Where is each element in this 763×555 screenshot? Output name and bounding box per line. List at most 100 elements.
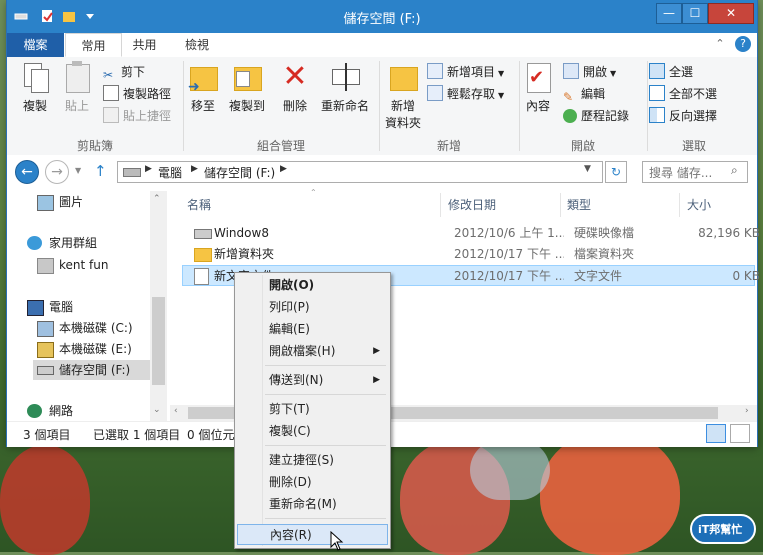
open-button[interactable]: 開啟 ▼	[563, 63, 616, 81]
menu-item-rename[interactable]: 重新命名(M)	[237, 494, 388, 515]
column-header-size[interactable]: 大小	[687, 193, 711, 217]
back-arrow-icon: ←	[21, 164, 33, 180]
breadcrumb-drive-f[interactable]: 儲存空間 (F:)	[204, 164, 275, 181]
new-folder-button[interactable]: 新增 資料夾	[381, 61, 425, 131]
menu-item-cut[interactable]: 剪下(T)	[237, 399, 388, 420]
address-dropdown-icon[interactable]: ▼	[584, 164, 591, 174]
mouse-cursor-icon	[330, 531, 344, 551]
watermark-logo: iT邦幫忙	[690, 510, 758, 548]
paste-shortcut-button[interactable]: 貼上捷徑	[103, 107, 171, 125]
select-none-button[interactable]: 全部不選	[649, 85, 717, 103]
menu-item-create-shortcut[interactable]: 建立捷徑(S)	[237, 450, 388, 471]
tab-share[interactable]: 共用	[122, 33, 167, 57]
new-folder-label-line1: 新增	[390, 99, 415, 113]
menu-item-properties[interactable]: 內容(R)	[237, 524, 388, 545]
file-type: 檔案資料夾	[574, 247, 635, 261]
breadcrumb-separator-icon[interactable]: ▶	[145, 164, 152, 174]
scroll-left-icon[interactable]: ‹	[174, 406, 178, 416]
move-to-button[interactable]: ➜ 移至	[187, 61, 219, 114]
refresh-button[interactable]: ↻	[605, 161, 627, 183]
scroll-down-icon[interactable]: ⌄	[153, 405, 161, 415]
cut-button[interactable]: ✂ 剪下	[103, 63, 145, 82]
details-view-icon[interactable]	[706, 424, 726, 443]
large-icons-view-icon[interactable]	[730, 424, 750, 443]
scroll-right-icon[interactable]: ›	[745, 406, 749, 416]
forward-button[interactable]: →	[45, 160, 69, 184]
desktop-wallpaper-sky	[470, 440, 550, 500]
column-header-name[interactable]: 名稱	[187, 193, 211, 217]
breadcrumb-computer[interactable]: 電腦	[158, 164, 182, 181]
delete-button[interactable]: ✕ 刪除	[279, 61, 311, 114]
column-separator[interactable]	[560, 193, 561, 217]
easy-access-label: 輕鬆存取	[447, 87, 496, 101]
breadcrumb-separator-icon[interactable]: ▶	[191, 164, 198, 174]
easy-access-button[interactable]: 輕鬆存取 ▼	[427, 85, 504, 103]
open-label: 開啟	[583, 65, 608, 79]
maximize-button[interactable]: ☐	[682, 3, 708, 24]
scroll-up-icon[interactable]: ⌃	[153, 194, 161, 204]
rename-button[interactable]: 重新命名	[317, 61, 373, 114]
edit-button[interactable]: ✎ 編輯	[563, 85, 605, 104]
copy-path-label: 複製路徑	[123, 87, 172, 101]
file-date: 2012/10/17 下午 ...	[454, 269, 564, 283]
search-input[interactable]: 搜尋 儲存... ⌕	[642, 161, 748, 183]
back-button[interactable]: ←	[15, 160, 39, 184]
watermark-text: iT邦幫忙	[698, 523, 743, 536]
file-type: 硬碟映像檔	[574, 226, 635, 240]
select-all-button[interactable]: 全選	[649, 63, 693, 81]
column-header-date[interactable]: 修改日期	[448, 193, 496, 217]
menu-item-open[interactable]: 開啟(O)	[237, 275, 388, 296]
delete-icon: ✕	[282, 59, 308, 94]
invert-selection-label: 反向選擇	[669, 109, 718, 123]
drive-e-icon	[37, 342, 54, 358]
paste-label: 貼上	[64, 99, 89, 113]
nav-item-label: 圖片	[59, 195, 84, 209]
copy-path-icon	[103, 85, 119, 101]
move-to-icon: ➜	[188, 61, 218, 95]
history-button[interactable]: 歷程記錄	[563, 107, 629, 125]
menu-item-edit[interactable]: 編輯(E)	[237, 319, 388, 340]
up-arrow-icon[interactable]: ↑	[94, 162, 107, 180]
table-row[interactable]: 新增資料夾 2012/10/17 下午 ... 檔案資料夾	[182, 244, 755, 265]
scrollbar-thumb[interactable]	[152, 297, 165, 385]
properties-button[interactable]: ✔ 內容	[521, 61, 555, 114]
status-size: 0 個位元	[187, 428, 235, 442]
navigation-bar: ← → ▼ ↑ ▶ 電腦 ▶ 儲存空間 (F:) ▶ ▼ ↻ 搜尋 儲存... …	[7, 155, 757, 191]
copy-to-button[interactable]: 複製到	[225, 61, 269, 114]
close-button[interactable]: ✕	[708, 3, 754, 24]
nav-item-drive-f[interactable]: 儲存空間 (F:)	[33, 360, 150, 380]
column-separator[interactable]	[440, 193, 441, 217]
minimize-button[interactable]: —	[656, 3, 682, 24]
help-icon[interactable]: ?	[735, 36, 751, 52]
menu-item-label: 編輯(E)	[269, 322, 310, 336]
column-separator[interactable]	[679, 193, 680, 217]
menu-item-delete[interactable]: 刪除(D)	[237, 472, 388, 493]
tab-home[interactable]: 常用	[65, 33, 122, 57]
title-bar[interactable]: 儲存空間 (F:) — ☐ ✕	[7, 0, 757, 33]
homegroup-icon	[27, 236, 42, 250]
menu-item-print[interactable]: 列印(P)	[237, 297, 388, 318]
menu-item-copy[interactable]: 複製(C)	[237, 421, 388, 442]
invert-selection-button[interactable]: 反向選擇	[649, 107, 717, 125]
copy-button[interactable]: 複製	[11, 61, 59, 114]
column-header-type[interactable]: 類型	[567, 193, 591, 217]
tab-view[interactable]: 檢視	[172, 33, 222, 57]
tab-file[interactable]: 檔案	[7, 33, 64, 57]
recent-locations-icon[interactable]: ▼	[75, 166, 81, 175]
paste-button[interactable]: 貼上	[57, 61, 97, 114]
menu-separator	[265, 394, 386, 395]
file-type: 文字文件	[574, 269, 623, 283]
menu-item-send-to[interactable]: 傳送到(N) ▶	[237, 370, 388, 391]
breadcrumb-separator-icon[interactable]: ▶	[280, 164, 287, 174]
table-row[interactable]: Window8 2012/10/6 上午 1... 硬碟映像檔 82,196 K…	[182, 223, 760, 244]
copy-path-button[interactable]: 複製路徑	[103, 85, 171, 103]
select-none-icon	[649, 85, 665, 101]
collapse-ribbon-icon[interactable]: ⌃	[713, 37, 727, 51]
maximize-icon: ☐	[689, 6, 701, 20]
new-item-button[interactable]: 新增項目 ▼	[427, 63, 504, 81]
ribbon-tabs: 檔案 常用 共用 檢視 ⌃ ?	[7, 33, 757, 58]
drive-c-icon	[37, 321, 54, 337]
menu-item-open-with[interactable]: 開啟檔案(H) ▶	[237, 341, 388, 362]
address-bar[interactable]: ▶ 電腦 ▶ 儲存空間 (F:) ▶ ▼	[117, 161, 603, 183]
navigation-pane-scrollbar[interactable]: ⌃ ⌄	[150, 191, 167, 421]
